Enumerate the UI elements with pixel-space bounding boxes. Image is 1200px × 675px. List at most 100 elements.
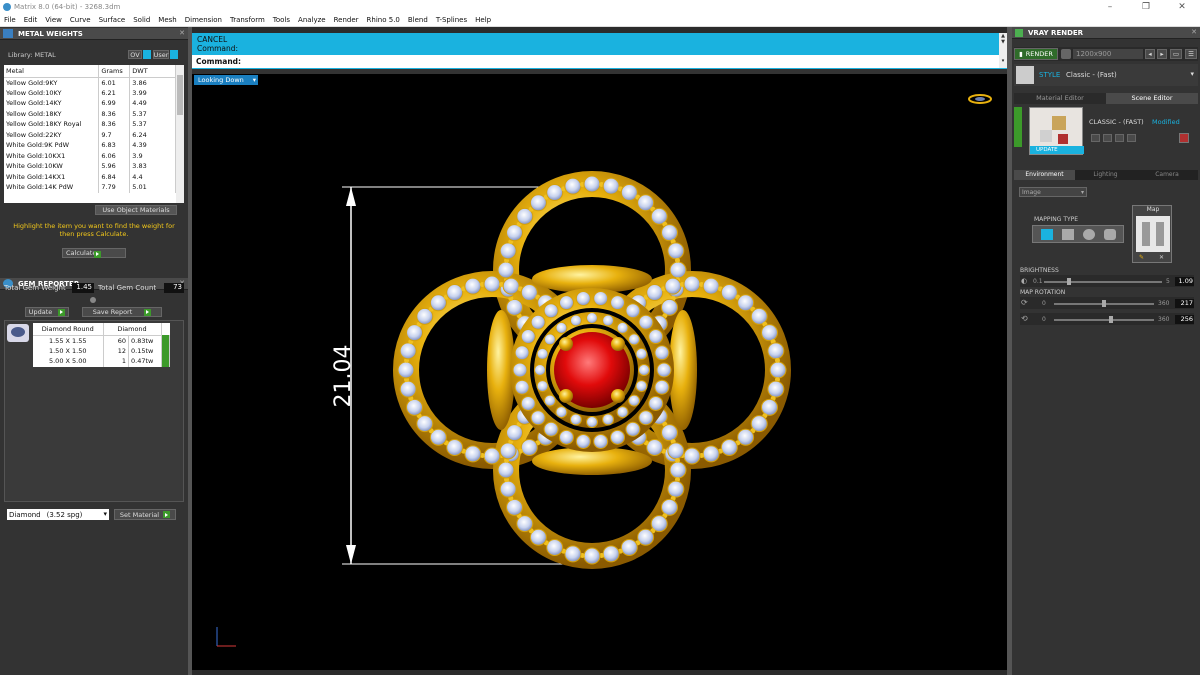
play-icon xyxy=(58,308,66,316)
tab-scene-editor[interactable]: Scene Editor xyxy=(1106,93,1198,104)
user-toggle-icon[interactable] xyxy=(170,50,178,59)
tab-camera[interactable]: Camera xyxy=(1136,170,1198,180)
table-row[interactable]: Yellow Gold:22KY 9.7 6.24 xyxy=(4,129,176,140)
mapping-sphere-icon[interactable] xyxy=(1083,229,1095,240)
metal-table-scrollbar[interactable] xyxy=(176,65,184,203)
save-icon[interactable] xyxy=(1091,134,1100,142)
export-icon[interactable] xyxy=(1115,134,1124,142)
map-clear-icon[interactable]: ✕ xyxy=(1159,254,1164,261)
menu-solid[interactable]: Solid xyxy=(129,16,154,24)
table-row[interactable]: 1.50 X 1.50 12 0.15tw xyxy=(33,345,170,356)
frame-buffer-icon[interactable]: ▭ xyxy=(1170,49,1182,59)
menu-curve[interactable]: Curve xyxy=(66,16,95,24)
select-gem-button[interactable] xyxy=(161,356,170,367)
tab-environment[interactable]: Environment xyxy=(1014,170,1075,180)
close-icon[interactable]: ✕ xyxy=(179,29,185,37)
tab-lighting[interactable]: Lighting xyxy=(1075,170,1136,180)
material-select[interactable]: Diamond (3.52 spg) ▾ xyxy=(7,509,109,520)
menu-dimension[interactable]: Dimension xyxy=(181,16,226,24)
menu-surface[interactable]: Surface xyxy=(95,16,130,24)
menu-help[interactable]: Help xyxy=(471,16,495,24)
diamond-stone xyxy=(502,277,520,295)
menu-t-splines[interactable]: T-Splines xyxy=(432,16,471,24)
menu-file[interactable]: File xyxy=(0,16,20,24)
diamond-stone xyxy=(667,242,685,260)
rotation-h-value[interactable]: 217 xyxy=(1175,299,1194,308)
next-icon[interactable]: ▸ xyxy=(1157,49,1167,59)
rotation-h-slider[interactable] xyxy=(1054,300,1154,307)
table-row[interactable]: 5.00 X 5.00 1 0.47tw xyxy=(33,356,170,367)
rotation-h-knob[interactable] xyxy=(1102,300,1106,307)
menu-mesh[interactable]: Mesh xyxy=(154,16,180,24)
table-row[interactable]: Yellow Gold:14KY 6.99 4.49 xyxy=(4,98,176,109)
chevron-down-icon[interactable]: ▾ xyxy=(999,55,1007,68)
menu-transform[interactable]: Transform xyxy=(226,16,269,24)
user-button[interactable]: User xyxy=(153,50,169,59)
scroll-thumb[interactable] xyxy=(177,75,183,115)
splitter-handle[interactable] xyxy=(90,297,96,303)
table-row[interactable]: White Gold:14K PdW 7.79 5.01 xyxy=(4,182,176,193)
maximize-button[interactable]: ❐ xyxy=(1128,0,1164,14)
minimize-button[interactable]: – xyxy=(1092,0,1128,14)
close-button[interactable]: ✕ xyxy=(1164,0,1200,14)
update-button[interactable]: Update xyxy=(25,307,69,317)
table-row[interactable]: Yellow Gold:9KY 6.01 3.86 xyxy=(4,77,176,88)
menu-blend[interactable]: Blend xyxy=(404,16,432,24)
table-row[interactable]: White Gold:10KW 5.96 3.83 xyxy=(4,161,176,172)
record-icon[interactable] xyxy=(1179,133,1189,143)
prev-icon[interactable]: ◂ xyxy=(1145,49,1155,59)
brightness-slider[interactable] xyxy=(1044,278,1162,285)
table-row[interactable]: White Gold:14KX1 6.84 4.4 xyxy=(4,171,176,182)
calculate-button[interactable]: Calculate xyxy=(62,248,126,258)
cell-dwt: 4.4 xyxy=(129,171,176,182)
table-row[interactable]: White Gold:9K PdW 6.83 4.39 xyxy=(4,140,176,151)
style-row[interactable]: STYLE Classic - (Fast) ▾ xyxy=(1014,64,1198,86)
settings-icon[interactable]: ☰ xyxy=(1185,49,1197,59)
save-report-button[interactable]: Save Report xyxy=(82,307,162,317)
col-dwt[interactable]: DWT xyxy=(129,65,176,78)
table-row[interactable]: Yellow Gold:18KY Royal 8.36 5.37 xyxy=(4,119,176,130)
map-slot[interactable]: Map ✎ ✕ xyxy=(1132,205,1172,263)
rotation-v-knob[interactable] xyxy=(1109,316,1113,323)
resolution-field[interactable]: 1200x900 xyxy=(1073,49,1143,59)
select-gem-button[interactable] xyxy=(161,335,170,346)
render-button[interactable]: ▮ RENDER xyxy=(1014,48,1058,60)
rotation-v-slider[interactable] xyxy=(1054,316,1154,323)
col-metal[interactable]: Metal xyxy=(4,65,100,78)
preset-thumbnail[interactable]: UPDATE xyxy=(1029,107,1084,155)
table-row[interactable]: Yellow Gold:18KY 8.36 5.37 xyxy=(4,108,176,119)
menu-analyze[interactable]: Analyze xyxy=(294,16,330,24)
use-object-materials-button[interactable]: Use Object Materials xyxy=(95,205,177,215)
close-icon[interactable]: ✕ xyxy=(1191,28,1197,36)
menu-view[interactable]: View xyxy=(41,16,66,24)
viewport-looking-down[interactable]: Looking Down ▾ 21.04 xyxy=(192,74,1007,670)
preset-update-button[interactable]: UPDATE xyxy=(1030,146,1084,154)
map-edit-icon[interactable]: ✎ xyxy=(1139,254,1144,261)
ov-toggle-icon[interactable] xyxy=(143,50,151,59)
menu-render[interactable]: Render xyxy=(330,16,363,24)
tab-material-editor[interactable]: Material Editor xyxy=(1014,93,1106,104)
prong xyxy=(674,457,680,463)
expand-handle[interactable] xyxy=(1014,107,1022,147)
command-input[interactable]: Command: ▾ xyxy=(192,55,1007,68)
command-scrollbar[interactable]: ▲ ▼ xyxy=(999,33,1007,55)
folder-icon[interactable] xyxy=(1103,134,1112,142)
brightness-slider-knob[interactable] xyxy=(1066,278,1071,285)
brightness-value[interactable]: 1.09 xyxy=(1175,277,1194,286)
mapping-environment-icon[interactable] xyxy=(1104,229,1116,240)
menu-edit[interactable]: Edit xyxy=(20,16,42,24)
table-row[interactable]: White Gold:10KX1 6.06 3.9 xyxy=(4,150,176,161)
set-material-button[interactable]: Set Material xyxy=(114,509,176,520)
environment-select[interactable]: Image ▾ xyxy=(1019,187,1087,197)
menu-tools[interactable]: Tools xyxy=(269,16,294,24)
col-grams[interactable]: Grams xyxy=(98,65,131,78)
table-row[interactable]: Yellow Gold:10KY 6.21 3.99 xyxy=(4,87,176,98)
mapping-box-icon[interactable] xyxy=(1062,229,1074,240)
table-row[interactable]: 1.55 X 1.55 60 0.83tw xyxy=(33,335,170,346)
mapping-planar-icon[interactable] xyxy=(1041,229,1053,240)
reset-icon[interactable] xyxy=(1127,134,1136,142)
menu-rhino-5-0[interactable]: Rhino 5.0 xyxy=(363,16,404,24)
ov-button[interactable]: OV xyxy=(128,50,142,59)
rotation-v-value[interactable]: 256 xyxy=(1175,315,1194,324)
select-gem-button[interactable] xyxy=(161,345,170,356)
